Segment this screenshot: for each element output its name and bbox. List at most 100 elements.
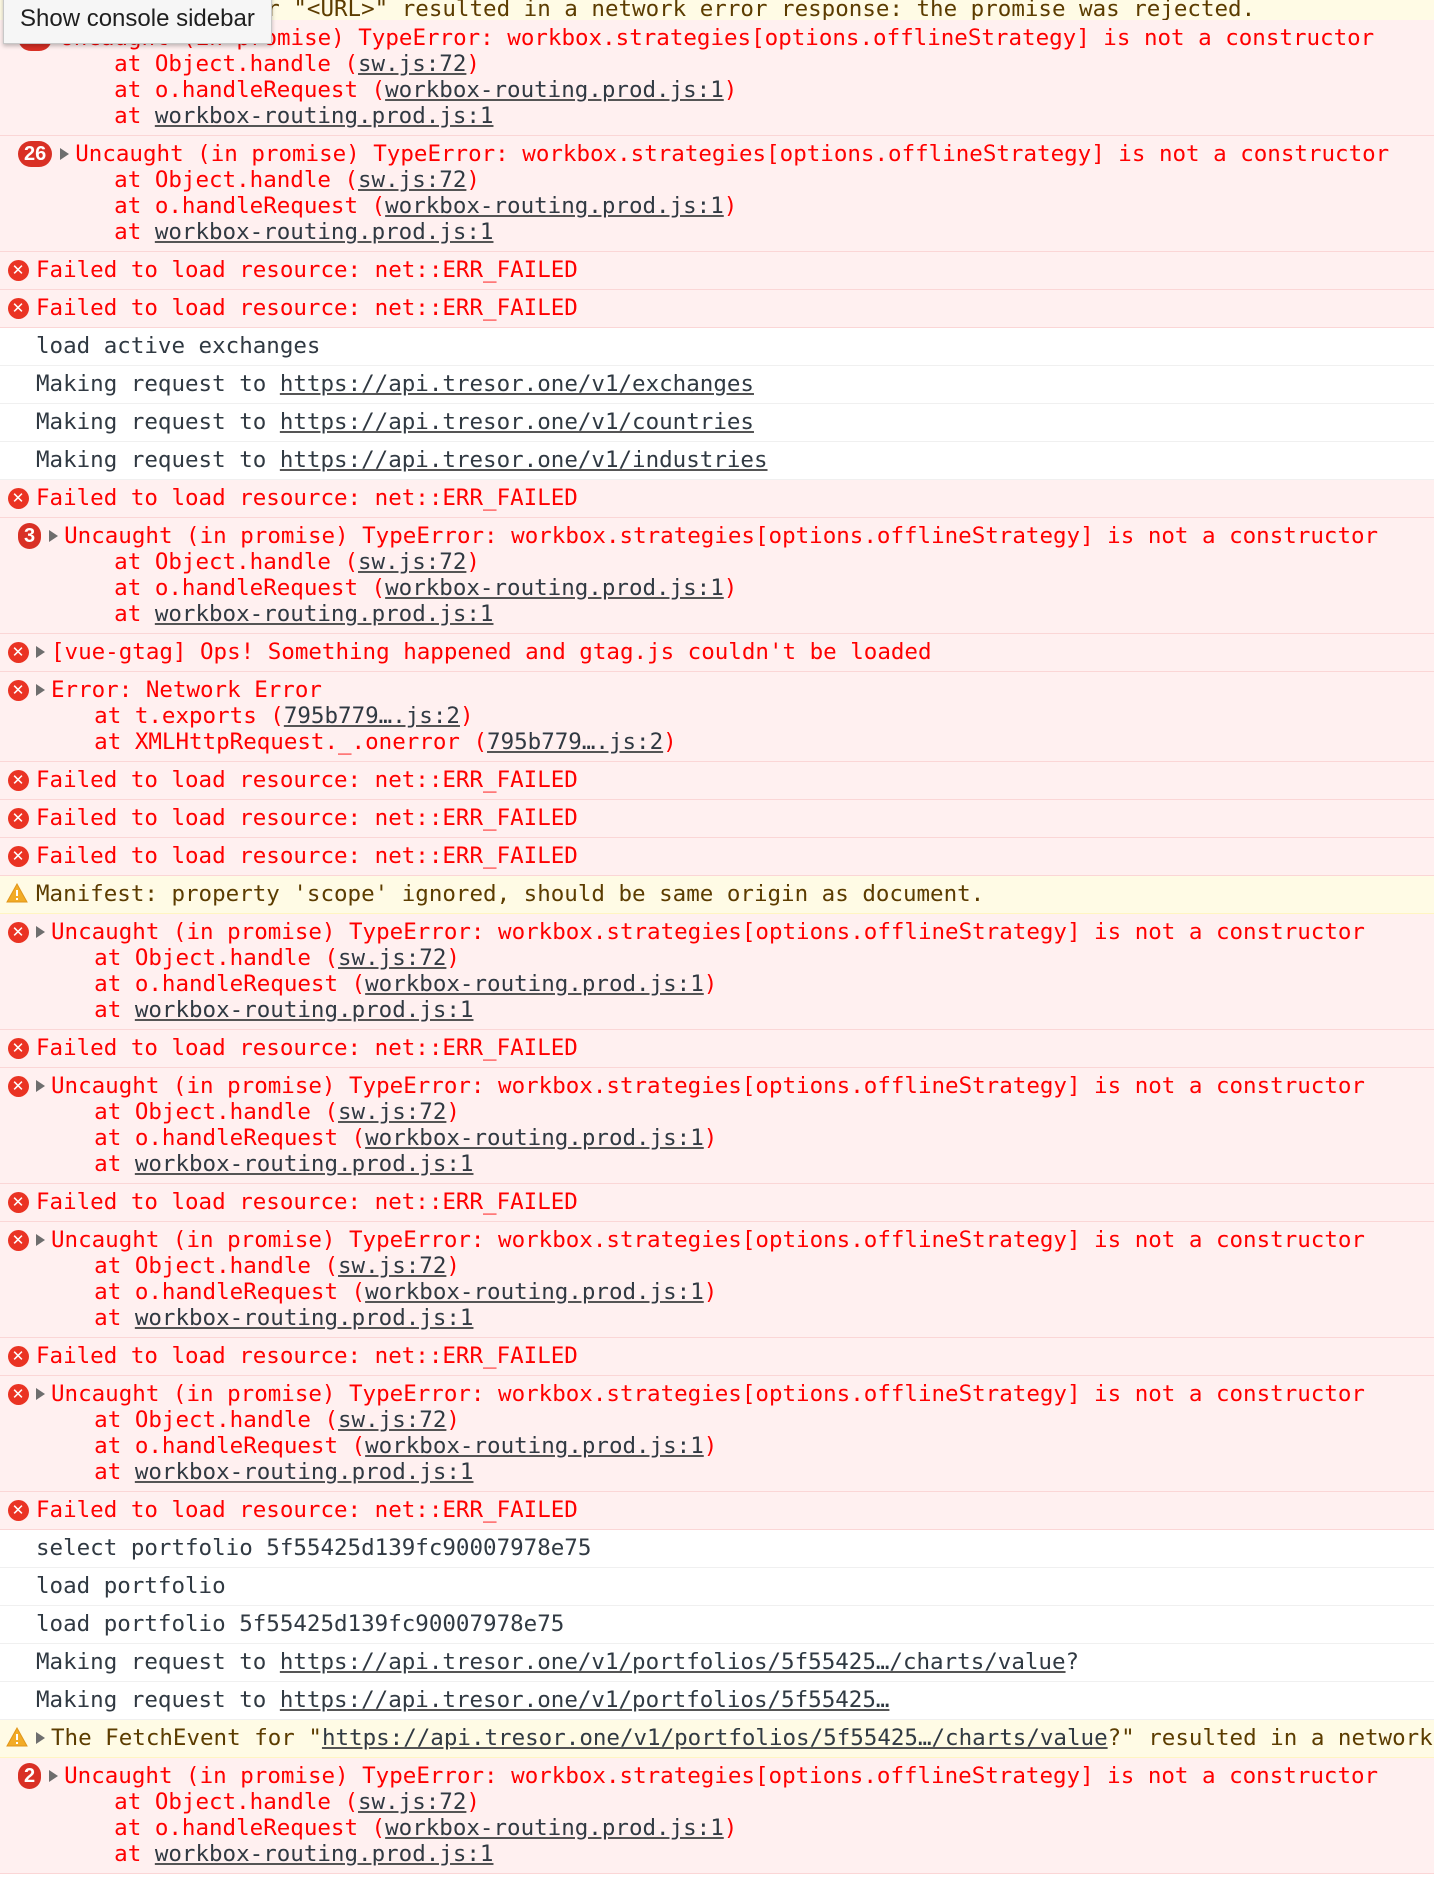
console-message-error[interactable]: ✕ Uncaught (in promise) TypeError: workbo… (0, 1376, 1434, 1492)
console-message-log[interactable]: Making request to https://api.tresor.one… (0, 366, 1434, 404)
console-message-log[interactable]: Making request to https://api.tresor.one… (0, 404, 1434, 442)
console-message-error[interactable]: ✕ Failed to load resource: net::ERR_FAILE… (0, 290, 1434, 328)
console-message-error[interactable]: ✕ Failed to load resource: net::ERR_FAILE… (0, 1492, 1434, 1530)
stack-frame-link[interactable]: sw.js:72 (358, 1789, 466, 1815)
stack-frame-link[interactable]: workbox-routing.prod.js:1 (135, 1305, 474, 1331)
expand-triangle-icon[interactable] (36, 684, 45, 696)
console-message-log[interactable]: Making request to https://api.tresor.one… (0, 1682, 1434, 1720)
message-link[interactable]: https://api.tresor.one/v1/portfolios/5f5… (280, 1649, 1066, 1675)
message-link[interactable]: https://api.tresor.one/v1/portfolios/5f5… (280, 1687, 890, 1713)
console-message-error[interactable]: ✕ Uncaught (in promise) TypeError: workbo… (0, 1222, 1434, 1338)
console-message-error[interactable]: ✕ Failed to load resource: net::ERR_FAILE… (0, 800, 1434, 838)
stack-frame-link[interactable]: sw.js:72 (338, 945, 446, 971)
console-message-log[interactable]: select portfolio 5f55425d139fc90007978e7… (0, 1530, 1434, 1568)
stack-frame-link[interactable]: workbox-routing.prod.js:1 (155, 219, 494, 245)
expand-triangle-icon[interactable] (36, 1732, 45, 1744)
message-link[interactable]: https://api.tresor.one/v1/portfolios/5f5… (322, 1725, 1108, 1751)
stack-frame-link[interactable]: sw.js:72 (338, 1099, 446, 1125)
stack-frame-link[interactable]: sw.js:72 (358, 51, 466, 77)
stack-frame-link[interactable]: workbox-routing.prod.js:1 (385, 575, 724, 601)
stack-frame-link[interactable]: workbox-routing.prod.js:1 (155, 1841, 494, 1867)
stack-frame: at o.handleRequest (workbox-routing.prod… (40, 971, 1418, 997)
message-head: Making request to https://api.tresor.one… (0, 1687, 1418, 1713)
message-text-body: Failed to load resource: net::ERR_FAILED (36, 295, 578, 321)
stack-frame-link[interactable]: workbox-routing.prod.js:1 (385, 77, 724, 103)
stack-frame-link[interactable]: 795b779….js:2 (284, 703, 460, 729)
console-message-error[interactable]: ✕ Failed to load resource: net::ERR_FAILE… (0, 1338, 1434, 1376)
console-message-error[interactable]: 26 Uncaught (in promise) TypeError: workb… (0, 136, 1434, 252)
expand-triangle-icon[interactable] (60, 148, 70, 160)
message-head: ✕ Error: Network Error (0, 677, 1418, 703)
stack-frame-link[interactable]: sw.js:72 (338, 1407, 446, 1433)
message-link[interactable]: https://api.tresor.one/v1/exchanges (280, 371, 754, 397)
expand-triangle-icon[interactable] (36, 1388, 45, 1400)
console-message-error[interactable]: ✕ [vue-gtag] Ops! Something happened and … (0, 634, 1434, 672)
message-text-body: load active exchanges (36, 333, 321, 359)
stack-frame-link[interactable]: workbox-routing.prod.js:1 (385, 1815, 724, 1841)
message-head: Manifest: property 'scope' ignored, shou… (0, 881, 1418, 907)
repeat-count-badge: 2 (18, 1763, 42, 1789)
expand-triangle-icon[interactable] (36, 926, 45, 938)
console-message-log[interactable]: Making request to https://api.tresor.one… (0, 442, 1434, 480)
message-text: Failed to load resource: net::ERR_FAILED (36, 1343, 578, 1369)
message-head: ✕ Failed to load resource: net::ERR_FAILE… (0, 1343, 1418, 1369)
console-message-error[interactable]: ✕ Failed to load resource: net::ERR_FAILE… (0, 762, 1434, 800)
message-text: Uncaught (in promise) TypeError: workbox… (51, 1073, 1365, 1099)
message-head: The FetchEvent for "https://api.tresor.o… (0, 1725, 1433, 1751)
stack-frame-prefix: at Object.handle ( (60, 51, 359, 77)
stack-frame: at workbox-routing.prod.js:1 (40, 997, 1418, 1023)
console-message-error[interactable]: ✕ Failed to load resource: net::ERR_FAILE… (0, 1030, 1434, 1068)
message-head: ✕ Uncaught (in promise) TypeError: workbo… (0, 1381, 1418, 1407)
stack-frame-link[interactable]: workbox-routing.prod.js:1 (365, 1279, 704, 1305)
console-message-warning[interactable]: Manifest: property 'scope' ignored, shou… (0, 876, 1434, 914)
stack-frame-link[interactable]: sw.js:72 (358, 549, 466, 575)
console-message-log[interactable]: load portfolio (0, 1568, 1434, 1606)
stack-trace: at Object.handle (sw.js:72) at o.handleR… (0, 167, 1418, 245)
stack-frame-link[interactable]: workbox-routing.prod.js:1 (155, 601, 494, 627)
stack-frame-suffix: ) (723, 77, 738, 103)
message-text: Failed to load resource: net::ERR_FAILED (36, 767, 578, 793)
expand-triangle-icon[interactable] (36, 1080, 45, 1092)
stack-frame-prefix: at o.handleRequest ( (40, 1433, 366, 1459)
console-message-log[interactable]: load portfolio 5f55425d139fc90007978e75 (0, 1606, 1434, 1644)
message-link[interactable]: https://api.tresor.one/v1/industries (280, 447, 768, 473)
stack-frame-link[interactable]: workbox-routing.prod.js:1 (365, 1433, 704, 1459)
expand-triangle-icon[interactable] (36, 646, 45, 658)
console-message-error[interactable]: ✕ Uncaught (in promise) TypeError: workbo… (0, 1068, 1434, 1184)
console-message-warning[interactable]: The FetchEvent for "https://api.tresor.o… (0, 1720, 1434, 1758)
message-link[interactable]: https://api.tresor.one/v1/countries (280, 409, 754, 435)
console-message-error[interactable]: ✕ Failed to load resource: net::ERR_FAILE… (0, 1184, 1434, 1222)
show-console-sidebar-tooltip: Show console sidebar (3, 0, 272, 44)
console-message-log[interactable]: Making request to https://api.tresor.one… (0, 1644, 1434, 1682)
stack-frame-link[interactable]: workbox-routing.prod.js:1 (155, 103, 494, 129)
stack-frame-link[interactable]: workbox-routing.prod.js:1 (135, 997, 474, 1023)
console-message-error[interactable]: ✕ Failed to load resource: net::ERR_FAILE… (0, 838, 1434, 876)
message-text: Uncaught (in promise) TypeError: workbox… (75, 141, 1389, 167)
stack-frame-link[interactable]: workbox-routing.prod.js:1 (365, 971, 704, 997)
console-message-error[interactable]: ✕ Error: Network Error at t.exports (795b… (0, 672, 1434, 762)
message-text: Making request to https://api.tresor.one… (36, 409, 754, 435)
stack-frame-link[interactable]: workbox-routing.prod.js:1 (365, 1125, 704, 1151)
message-text-body: Uncaught (in promise) TypeError: workbox… (51, 1381, 1365, 1407)
stack-frame-suffix: ) (446, 1407, 460, 1433)
stack-frame-link[interactable]: workbox-routing.prod.js:1 (135, 1151, 474, 1177)
message-text: The FetchEvent for "https://api.tresor.o… (51, 1725, 1434, 1751)
error-icon: ✕ (7, 297, 29, 319)
expand-triangle-icon[interactable] (49, 1770, 59, 1782)
expand-triangle-icon[interactable] (49, 530, 59, 542)
stack-frame-link[interactable]: workbox-routing.prod.js:1 (135, 1459, 474, 1485)
console-message-error[interactable]: ✕ Failed to load resource: net::ERR_FAILE… (0, 252, 1434, 290)
expand-triangle-icon[interactable] (36, 1234, 45, 1246)
stack-frame-prefix: at (60, 103, 155, 129)
console-message-log[interactable]: load active exchanges (0, 328, 1434, 366)
console-message-error[interactable]: ✕ Failed to load resource: net::ERR_FAILE… (0, 480, 1434, 518)
console-message-error[interactable]: 3 Uncaught (in promise) TypeError: workbo… (0, 518, 1434, 634)
stack-trace: at Object.handle (sw.js:72) at o.handleR… (0, 1789, 1418, 1867)
console-message-error[interactable]: ✕ Uncaught (in promise) TypeError: workbo… (0, 914, 1434, 1030)
stack-frame-link[interactable]: 795b779….js:2 (487, 729, 663, 755)
stack-frame-link[interactable]: sw.js:72 (338, 1253, 446, 1279)
stack-frame-link[interactable]: workbox-routing.prod.js:1 (385, 193, 724, 219)
console-message-error[interactable]: 2 Uncaught (in promise) TypeError: workbo… (0, 1758, 1434, 1874)
stack-frame: at workbox-routing.prod.js:1 (60, 103, 1418, 129)
stack-frame-link[interactable]: sw.js:72 (358, 167, 466, 193)
